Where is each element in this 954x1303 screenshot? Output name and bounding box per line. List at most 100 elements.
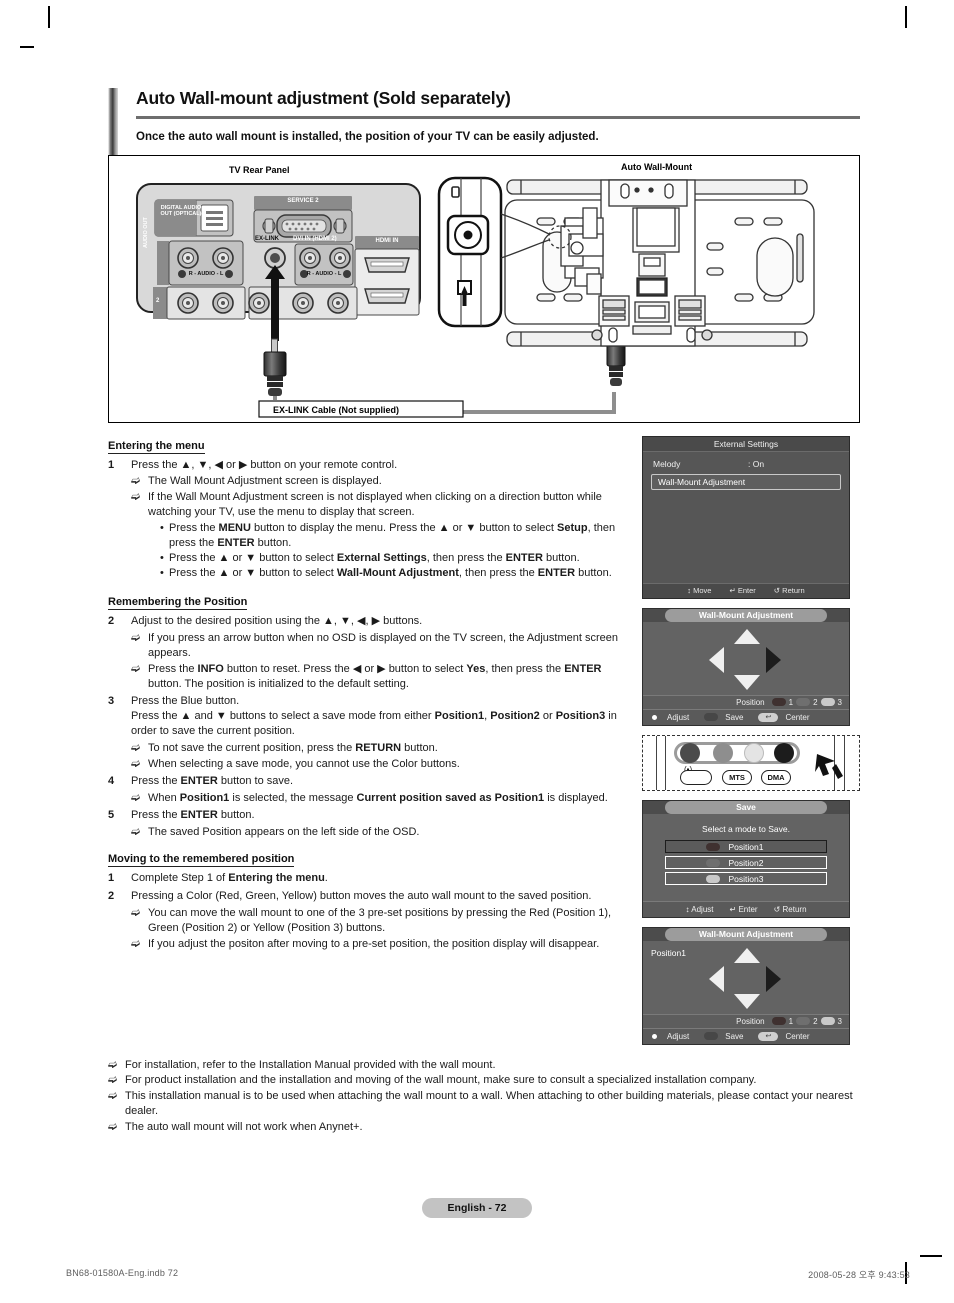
osd-save-prompt: Select a mode to Save. bbox=[702, 823, 790, 834]
osd-position-num-3: 3 bbox=[837, 697, 842, 707]
osd-footer-save: Save bbox=[725, 1031, 744, 1041]
note-text: The auto wall mount will not work when A… bbox=[125, 1121, 363, 1134]
center-chip-icon: ↩ bbox=[758, 712, 779, 722]
osd-position-num-1: 1 bbox=[788, 697, 794, 707]
step5-notes: ➫ The saved Position appears on the left … bbox=[131, 825, 628, 840]
osd-footer-enter: ↵ Enter bbox=[729, 904, 758, 914]
osd-save-option-3[interactable]: Position3 bbox=[665, 871, 827, 885]
osd-save-option-2[interactable]: Position2 bbox=[665, 855, 827, 869]
osd-footer-adjust: ↕ Adjust bbox=[685, 904, 714, 914]
step-number: 4 bbox=[108, 774, 115, 787]
color-chip-red-icon bbox=[706, 843, 720, 851]
note-text: To not save the current position, press … bbox=[148, 741, 438, 754]
osd-position-num-3: 3 bbox=[837, 1016, 842, 1026]
note-text: When Position1 is selected, the message … bbox=[148, 791, 608, 804]
step4-group: 4 Press the ENTER button to save. bbox=[108, 774, 628, 789]
note-item: ➫ This installation manual is to be used … bbox=[108, 1089, 860, 1119]
note-text: The saved Position appears on the left s… bbox=[148, 825, 420, 838]
sub-bullet-text: Press the ▲ or ▼ button to select Extern… bbox=[169, 552, 580, 565]
remote-blank-button[interactable] bbox=[680, 769, 712, 785]
note-text: If you adjust the positon after moving t… bbox=[148, 938, 600, 951]
remote-edge-line-left bbox=[656, 735, 658, 790]
entering-sub-bullets: • Press the MENU button to display the me… bbox=[148, 521, 628, 581]
sub-bullet-item: • Press the ▲ or ▼ button to select Exter… bbox=[160, 551, 628, 566]
note-text: Press the INFO button to reset. Press th… bbox=[148, 662, 602, 690]
arrow-down-icon[interactable] bbox=[734, 993, 760, 1009]
arrow-right-icon[interactable] bbox=[766, 965, 781, 992]
osd-wall-mount-adjustment-2: Wall-Mount Adjustment Position 1 Position… bbox=[642, 926, 850, 1045]
step-number: 1 bbox=[108, 458, 115, 471]
page-number-badge: English - 72 bbox=[421, 1198, 533, 1218]
osd-footer-adjust: Adjust bbox=[667, 1031, 690, 1041]
note-item: ➫ The auto wall mount will not work when … bbox=[108, 1120, 860, 1135]
note-item: ➫ To not save the current position, press… bbox=[131, 741, 628, 756]
note-text: You can move the wall mount to one of th… bbox=[148, 907, 612, 935]
note-text: The Wall Mount Adjustment screen is disp… bbox=[148, 475, 382, 488]
step-number: 2 bbox=[108, 890, 115, 903]
port-label-dvi-in: DVI IN (HDMI 2) bbox=[293, 235, 337, 242]
remote-yellow-button[interactable] bbox=[744, 742, 764, 763]
pointer-arrow-icon bbox=[815, 753, 843, 779]
remote-red-button[interactable] bbox=[680, 742, 700, 763]
note-text: For product installation and the install… bbox=[125, 1074, 757, 1087]
dot-bullet-icon: • bbox=[160, 552, 164, 565]
osd-save-option-label: Position1 bbox=[728, 841, 764, 852]
step4-notes: ➫ When Position1 is selected, the message… bbox=[131, 791, 628, 806]
osd-position-label: Position bbox=[736, 697, 765, 707]
osd-footer: ↕ Move ↵ Enter ↺ Return bbox=[643, 582, 849, 598]
crop-mark-top-right-v bbox=[905, 6, 907, 28]
note-text: If you press an arrow button when no OSD… bbox=[148, 632, 618, 660]
step-text: Press the ▲, ▼, ◀ or ▶ button on your re… bbox=[131, 458, 398, 471]
color-chip-yellow-icon bbox=[820, 1017, 835, 1025]
arrow-bullet-icon: ➫ bbox=[108, 1058, 118, 1071]
sub-bullet-text: Press the ▲ or ▼ button to select Wall-M… bbox=[169, 567, 612, 580]
note-item: ➫ For installation, refer to the Installa… bbox=[108, 1058, 860, 1073]
osd-footer-save: Save bbox=[725, 712, 744, 722]
remote-green-button[interactable] bbox=[713, 742, 733, 763]
osd-save-dialog: Save Select a mode to Save. Position1 Po… bbox=[642, 799, 850, 918]
arrow-bullet-icon: ➫ bbox=[108, 1121, 118, 1134]
osd-title: Wall-Mount Adjustment bbox=[665, 927, 827, 941]
note-item: ➫ If you press an arrow button when no OS… bbox=[131, 631, 628, 661]
osd-footer-move: ↕ Move bbox=[687, 586, 712, 595]
step5-group: 5 Press the ENTER button. bbox=[108, 808, 628, 823]
color-chip-yellow-icon bbox=[706, 875, 720, 883]
port-label-audio-rl-left: R - AUDIO - L bbox=[188, 270, 224, 277]
arrow-bullet-icon: ➫ bbox=[131, 938, 141, 951]
arrow-bullet-icon: ➫ bbox=[131, 907, 141, 920]
crop-mark-top-left-h bbox=[20, 46, 34, 48]
osd-row-melody: Melody : On bbox=[653, 459, 839, 469]
page-title: Auto Wall-mount adjustment (Sold separat… bbox=[136, 88, 511, 108]
entering-steps: 1 Press the ▲, ▼, ◀ or ▶ button on your … bbox=[108, 458, 628, 473]
remote-blue-button[interactable] bbox=[774, 742, 794, 763]
dpad-icon bbox=[649, 1031, 660, 1042]
arrow-left-icon[interactable] bbox=[709, 646, 724, 673]
title-accent-bar bbox=[108, 88, 118, 162]
color-chip-blue-icon bbox=[704, 713, 719, 721]
arrow-down-icon[interactable] bbox=[734, 674, 760, 690]
arrow-left-icon[interactable] bbox=[709, 965, 724, 992]
step-text: Press the Blue button. Press the ▲ and ▼… bbox=[131, 694, 617, 737]
dpad-icon bbox=[649, 712, 660, 723]
osd-footer-adjust: Adjust bbox=[667, 712, 690, 722]
remote-mts-button[interactable]: MTS bbox=[722, 769, 752, 785]
note-text: For installation, refer to the Installat… bbox=[125, 1058, 496, 1071]
osd-footer-center: Center bbox=[785, 1031, 810, 1041]
osd-footer: Adjust Save ↩ Center bbox=[643, 1027, 849, 1044]
osd-footer: Adjust Save ↩ Center bbox=[643, 708, 849, 725]
arrow-up-icon[interactable] bbox=[734, 628, 760, 644]
port-label-hdmi-in: HDMI IN bbox=[375, 237, 399, 244]
note-text: When selecting a save mode, you cannot u… bbox=[148, 757, 460, 770]
arrow-bullet-icon: ➫ bbox=[108, 1090, 118, 1103]
remote-dma-button[interactable]: DMA bbox=[761, 769, 791, 785]
arrow-right-icon[interactable] bbox=[766, 646, 781, 673]
arrow-up-icon[interactable] bbox=[734, 947, 760, 963]
osd-item-wall-mount-adjustment[interactable]: Wall-Mount Adjustment bbox=[651, 473, 841, 490]
dot-bullet-icon: • bbox=[160, 522, 164, 535]
osd-save-option-1[interactable]: Position1 bbox=[665, 839, 827, 853]
step-item: 4 Press the ENTER button to save. bbox=[108, 774, 628, 789]
connection-diagram: TV Rear Panel Auto Wall-Mount EX-LINK Ca… bbox=[108, 154, 860, 423]
sub-bullet-text: Press the MENU button to display the men… bbox=[169, 522, 616, 550]
entering-notes: ➫ The Wall Mount Adjustment screen is di… bbox=[131, 474, 628, 582]
diagram-svg bbox=[136, 176, 815, 418]
